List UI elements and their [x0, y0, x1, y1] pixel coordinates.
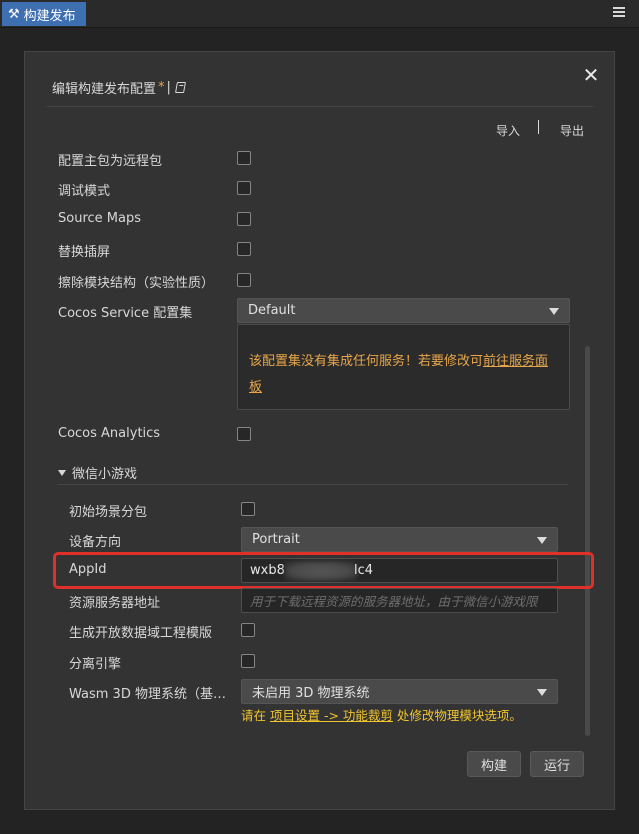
section-divider	[58, 484, 568, 485]
erase-module-checkbox[interactable]	[237, 273, 251, 287]
appid-label: AppId	[69, 562, 107, 577]
tools-icon: ⚒	[8, 6, 20, 22]
initial-scene-checkbox[interactable]	[241, 502, 255, 516]
modified-mark: *	[158, 80, 165, 95]
wasm-physics-label: Wasm 3D 物理系统（基…	[69, 687, 226, 702]
chevron-down-icon	[549, 308, 559, 315]
project-settings-link[interactable]: 项目设置 -> 功能裁剪	[270, 708, 393, 723]
replace-splash-label: 替换插屏	[58, 245, 111, 260]
service-config-select[interactable]: Default	[237, 298, 570, 323]
remote-main-bundle-checkbox[interactable]	[237, 151, 251, 165]
separate-engine-checkbox[interactable]	[241, 654, 255, 668]
wechat-section-header[interactable]: 微信小游戏	[58, 463, 137, 482]
wasm-physics-select[interactable]: 未启用 3D 物理系统	[241, 679, 558, 704]
dialog-title: 编辑构建发布配置 * |	[52, 78, 186, 97]
appid-redaction	[285, 561, 357, 581]
service-notice: 该配置集没有集成任何服务！若要修改可前往服务面板	[237, 324, 570, 410]
remote-server-placeholder: 用于下载远程资源的服务器地址，由于微信小游戏限	[250, 594, 538, 609]
source-maps-checkbox[interactable]	[237, 212, 251, 226]
appid-suffix: lc4	[354, 563, 374, 578]
import-button[interactable]: 导入	[496, 122, 520, 139]
remote-main-bundle-label: 配置主包为远程包	[58, 154, 163, 169]
appid-input[interactable]: wxb8 lc4	[241, 558, 558, 583]
separate-engine-label: 分离引擎	[69, 657, 122, 672]
replace-splash-checkbox[interactable]	[237, 242, 251, 256]
remote-server-label: 资源服务器地址	[69, 596, 161, 611]
orientation-select[interactable]: Portrait	[241, 527, 558, 552]
analytics-checkbox[interactable]	[237, 427, 251, 441]
top-bar: ⚒ 构建发布	[0, 0, 639, 28]
dialog-title-text: 编辑构建发布配置	[52, 82, 157, 97]
physics-hint: 请在 项目设置 -> 功能裁剪 处修改物理模块选项。	[241, 705, 522, 724]
wechat-section-title: 微信小游戏	[72, 467, 138, 482]
service-config-value: Default	[248, 303, 296, 318]
remote-server-input[interactable]: 用于下载远程资源的服务器地址，由于微信小游戏限	[241, 588, 558, 613]
tab-build-publish[interactable]: ⚒ 构建发布	[2, 2, 86, 26]
hint-suffix: 处修改物理模块选项。	[396, 708, 522, 723]
caret-down-icon	[58, 469, 66, 476]
erase-module-label: 擦除模块结构（实验性质）	[58, 276, 215, 291]
debug-mode-label: 调试模式	[58, 184, 111, 199]
service-config-label: Cocos Service 配置集	[58, 306, 193, 321]
title-separator: |	[166, 80, 171, 95]
debug-mode-checkbox[interactable]	[237, 181, 251, 195]
scrollbar[interactable]	[585, 346, 590, 736]
tab-label: 构建发布	[23, 8, 76, 24]
divider	[47, 106, 593, 107]
menu-icon[interactable]	[613, 5, 625, 19]
run-button[interactable]: 运行	[530, 751, 584, 777]
orientation-label: 设备方向	[69, 535, 122, 550]
io-separator	[538, 120, 539, 134]
notice-text: 该配置集没有集成任何服务！若要修改可	[249, 354, 484, 369]
export-button[interactable]: 导出	[560, 122, 584, 139]
initial-scene-label: 初始场景分包	[69, 505, 148, 520]
open-data-context-label: 生成开放数据域工程模版	[69, 626, 213, 641]
build-button[interactable]: 构建	[467, 751, 521, 777]
wasm-physics-value: 未启用 3D 物理系统	[252, 686, 370, 701]
analytics-label: Cocos Analytics	[58, 426, 161, 441]
close-icon[interactable]: ✕	[582, 65, 600, 85]
appid-prefix: wxb8	[250, 563, 285, 578]
chevron-down-icon	[537, 689, 547, 696]
book-icon[interactable]	[174, 82, 186, 93]
open-data-context-checkbox[interactable]	[241, 623, 255, 637]
hint-prefix: 请在	[241, 708, 267, 723]
chevron-down-icon	[537, 537, 547, 544]
source-maps-label: Source Maps	[58, 211, 141, 226]
build-config-dialog: 编辑构建发布配置 * | ✕ 导入 导出 配置主包为远程包 调试模式 Sourc…	[24, 51, 615, 810]
orientation-value: Portrait	[252, 532, 300, 547]
